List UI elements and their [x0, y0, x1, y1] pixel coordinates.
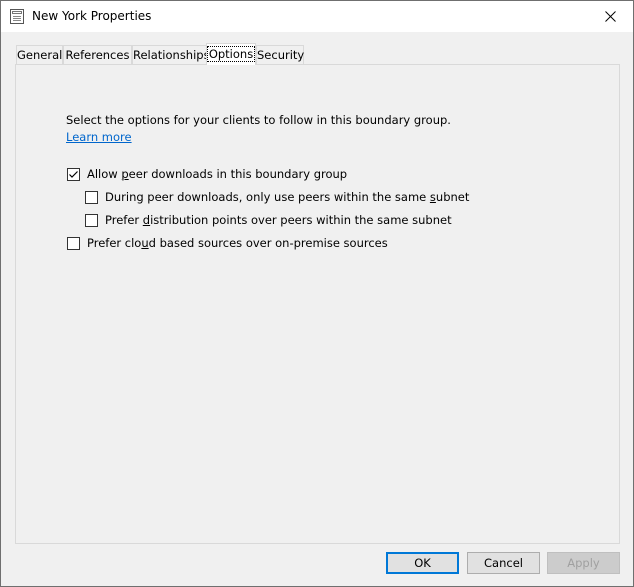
tab-security-label: Security [257, 48, 305, 62]
prefer-cloud-sources-option[interactable]: Prefer cloud based sources over on-premi… [67, 236, 388, 250]
allow-peer-downloads-checkbox[interactable] [67, 167, 80, 181]
allow-peer-downloads-label: Allow peer downloads in this boundary gr… [87, 167, 348, 181]
tab-relationships-label: Relationships [133, 48, 210, 62]
tab-options-label: Options [206, 46, 256, 62]
tab-references-label: References [65, 48, 130, 62]
options-description: Select the options for your clients to f… [66, 113, 451, 127]
tab-security[interactable]: Security [256, 45, 304, 65]
prefer-cloud-sources-checkbox[interactable] [67, 236, 80, 250]
properties-dialog: New York Properties General References R… [0, 0, 634, 587]
learn-more-link[interactable]: Learn more [66, 130, 132, 144]
properties-icon [10, 9, 24, 24]
prefer-distribution-points-label: Prefer distribution points over peers wi… [105, 213, 452, 227]
close-icon [604, 11, 616, 22]
subnet-only-option[interactable]: During peer downloads, only use peers wi… [85, 190, 469, 204]
tab-references[interactable]: References [63, 45, 132, 65]
tab-general[interactable]: General [16, 45, 63, 65]
allow-peer-downloads-option[interactable]: Allow peer downloads in this boundary gr… [67, 167, 347, 181]
tab-options[interactable]: Options [206, 43, 256, 65]
options-panel: Select the options for your clients to f… [15, 64, 620, 544]
subnet-only-checkbox[interactable] [85, 190, 98, 204]
title-bar: New York Properties [1, 1, 633, 32]
prefer-distribution-points-checkbox[interactable] [85, 213, 98, 227]
close-button[interactable] [587, 1, 633, 32]
apply-button[interactable]: Apply [547, 552, 620, 574]
tab-general-label: General [17, 48, 63, 62]
prefer-cloud-sources-label: Prefer cloud based sources over on-premi… [87, 236, 388, 250]
tab-relationships[interactable]: Relationships [132, 45, 210, 65]
window-title: New York Properties [32, 9, 152, 23]
ok-button[interactable]: OK [386, 552, 459, 574]
checkmark-icon [69, 170, 78, 178]
cancel-button[interactable]: Cancel [467, 552, 540, 574]
subnet-only-label: During peer downloads, only use peers wi… [105, 190, 470, 204]
prefer-distribution-points-option[interactable]: Prefer distribution points over peers wi… [85, 213, 452, 227]
